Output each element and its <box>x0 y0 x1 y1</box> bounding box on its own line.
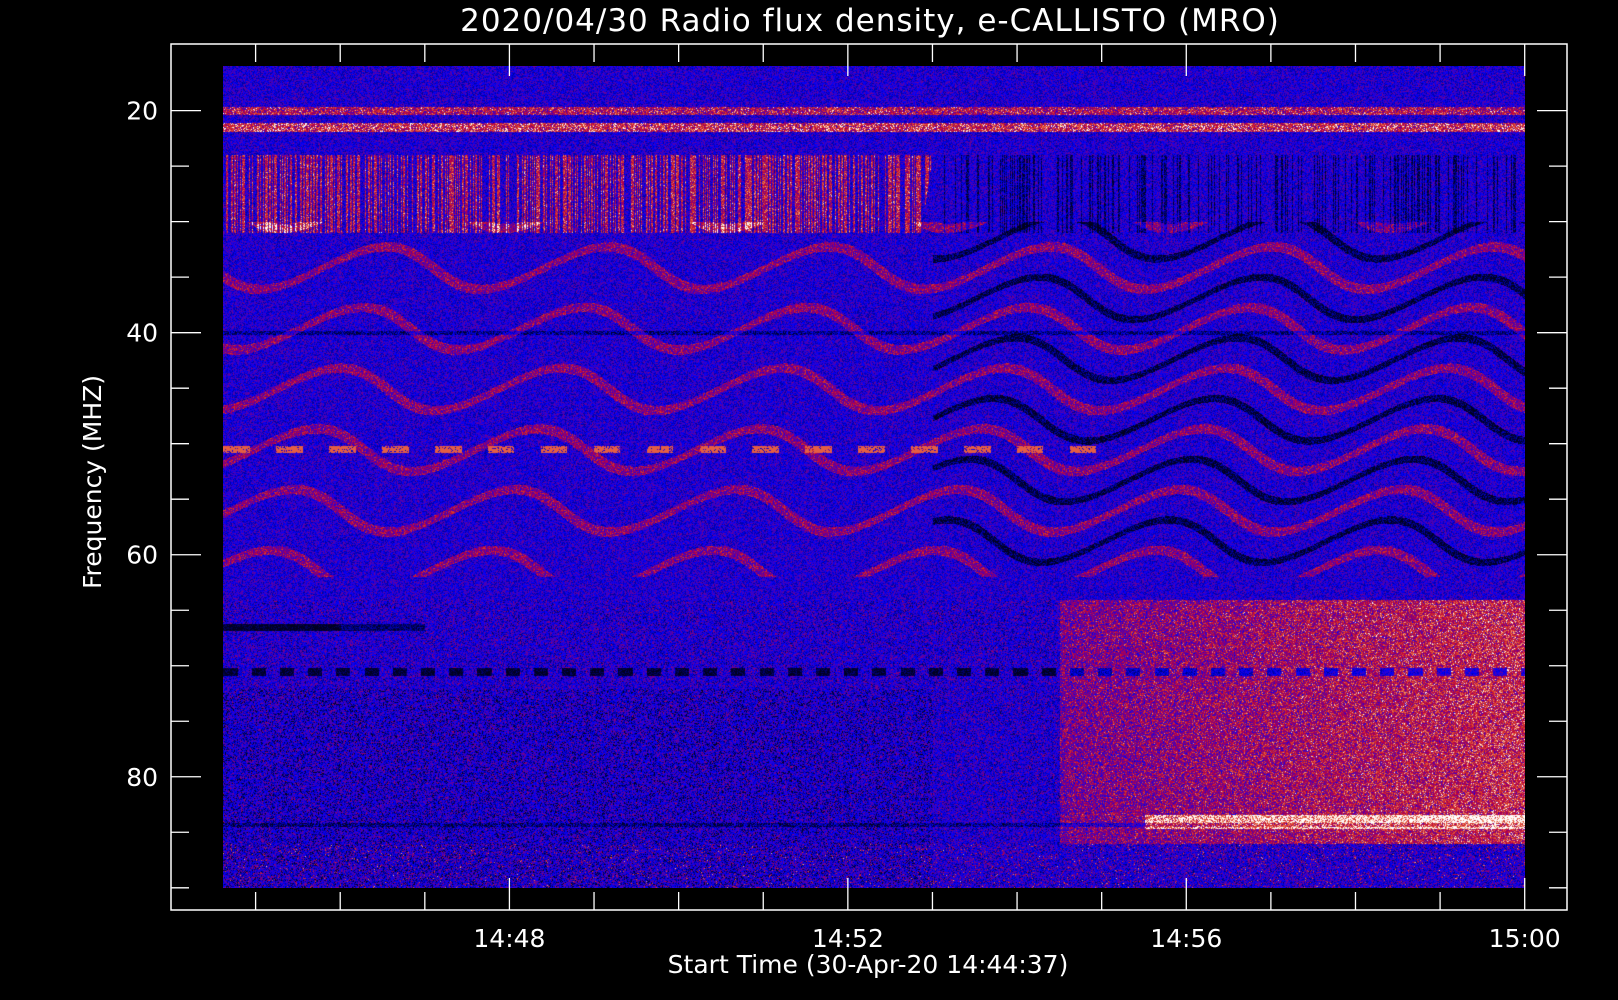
y-tick-label: 20 <box>126 97 158 126</box>
x-tick-label: 14:56 <box>1150 924 1222 953</box>
y-tick-label: 80 <box>126 763 158 792</box>
x-tick-label: 15:00 <box>1489 924 1561 953</box>
chart-title: 2020/04/30 Radio flux density, e-CALLIST… <box>460 3 1280 39</box>
spectrogram-heatmap <box>223 66 1525 888</box>
x-tick-label: 14:52 <box>812 924 884 953</box>
y-tick-label: 60 <box>126 541 158 570</box>
y-axis-label: Frequency (MHZ) <box>78 375 107 589</box>
x-tick-label: 14:48 <box>473 924 545 953</box>
spectrogram-chart: 2020/04/30 Radio flux density, e-CALLIST… <box>0 0 1618 1000</box>
y-tick-label: 40 <box>126 319 158 348</box>
x-axis-label: Start Time (30-Apr-20 14:44:37) <box>668 950 1069 979</box>
